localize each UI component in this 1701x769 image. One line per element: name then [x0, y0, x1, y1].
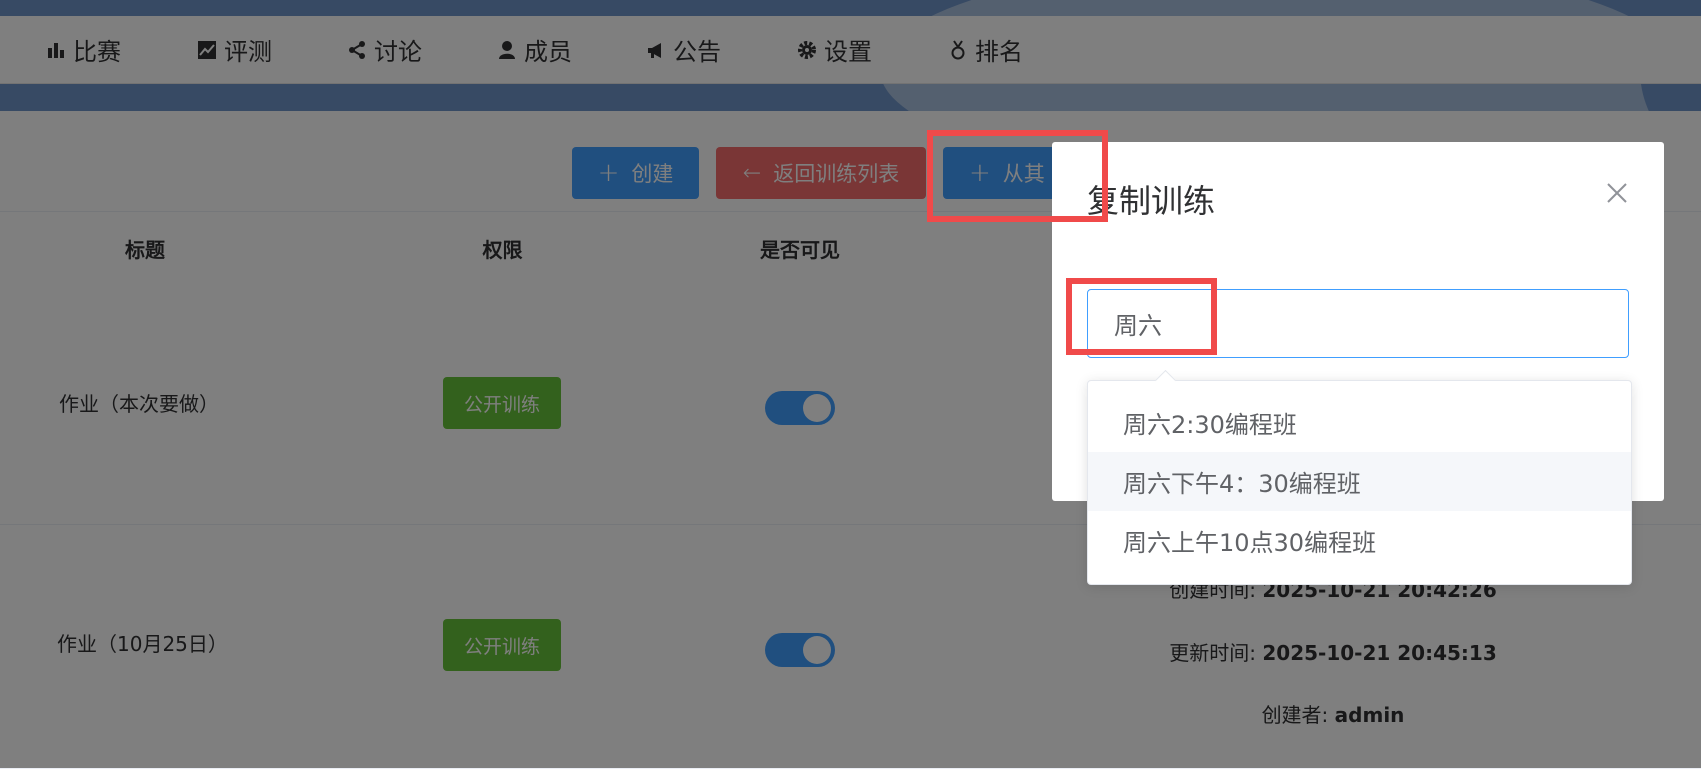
dropdown-option[interactable]: 周六下午4：30编程班: [1088, 452, 1631, 511]
highlight-box-search-input: [1066, 278, 1217, 355]
dropdown-option[interactable]: 周六上午10点30编程班: [1088, 511, 1631, 570]
highlight-box-copy-button: [927, 130, 1108, 222]
close-icon[interactable]: [1604, 180, 1630, 206]
autocomplete-dropdown: 周六2:30编程班 周六下午4：30编程班 周六上午10点30编程班: [1087, 369, 1632, 585]
dropdown-option[interactable]: 周六2:30编程班: [1088, 393, 1631, 452]
